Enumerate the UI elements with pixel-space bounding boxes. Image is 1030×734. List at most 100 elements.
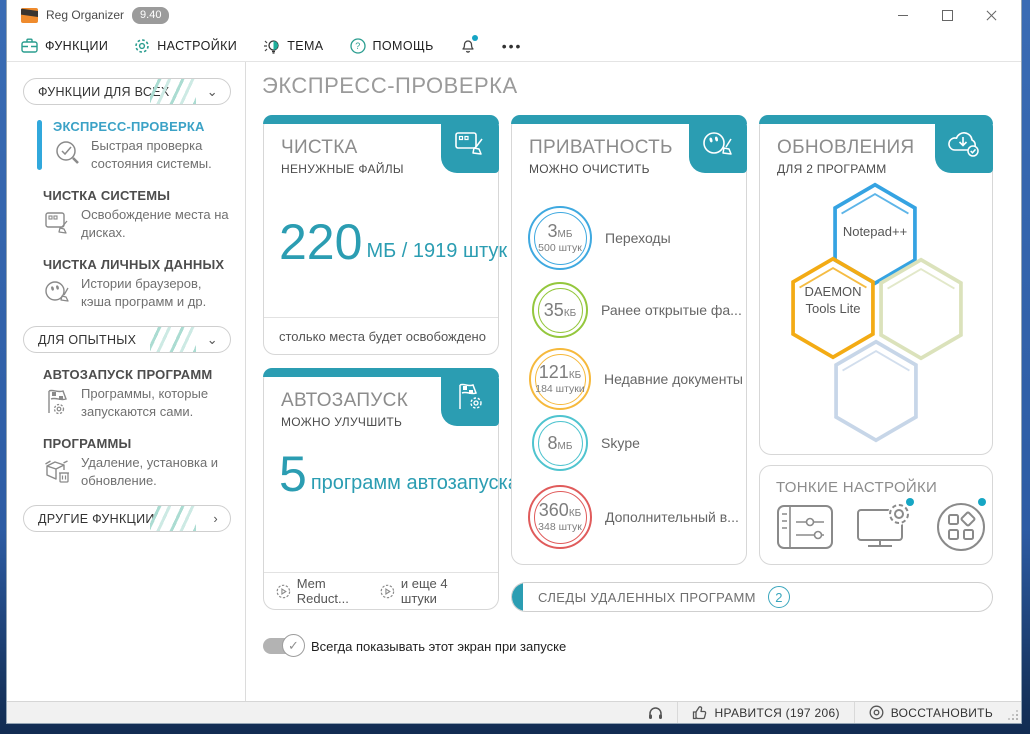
privacy-row[interactable]: 8МБ Skype [528, 415, 736, 471]
sidebar-item-system-cleanup[interactable]: ЧИСТКА СИСТЕМЫ Освобождение места на дис… [7, 188, 245, 241]
menu-functions-label: ФУНКЦИИ [45, 39, 108, 53]
gear-icon [134, 38, 150, 54]
main-area: ЭКСПРЕСС-ПРОВЕРКА ЧИСТКА НЕНУЖНЫЕ ФАЙЛЫ … [246, 62, 1021, 701]
sidebar-item-desc: Программы, которые запускаются сами. [81, 385, 235, 420]
sidebar-group-advanced[interactable]: ДЛЯ ОПЫТНЫХ ⌄ [23, 326, 231, 353]
maximize-button[interactable] [927, 3, 967, 27]
cleanup-card-footer: столько места будет освобождено [264, 317, 498, 354]
traces-accent-cap [512, 583, 523, 611]
cloud-download-icon [946, 129, 982, 159]
menu-functions[interactable]: ФУНКЦИИ [21, 38, 108, 53]
sidebar-item-programs[interactable]: ПРОГРАММЫ Удаление, установка и обновлен… [7, 436, 245, 489]
monitor-gear-icon[interactable] [856, 500, 918, 554]
autorun-footer-item: Mem Reduct... [276, 576, 380, 606]
startup-toggle-label: Всегда показывать этот экран при запуске [311, 639, 566, 654]
cleanup-card[interactable]: ЧИСТКА НЕНУЖНЫЕ ФАЙЛЫ 220 МБ / 1919 штук… [263, 115, 499, 355]
card-subtitle: МОЖНО ОЧИСТИТЬ [529, 162, 650, 176]
traces-count-badge: 2 [768, 586, 790, 608]
card-subtitle: МОЖНО УЛУЧШИТЬ [281, 415, 402, 429]
card-title: ЧИСТКА [281, 137, 358, 159]
minimize-button[interactable] [883, 3, 923, 27]
menu-theme-label: ТЕМА [287, 39, 323, 53]
autorun-card-tab [441, 368, 499, 426]
sidebar: ФУНКЦИИ ДЛЯ ВСЕХ ⌄ ЭКСПРЕСС-ПРОВЕРКА Быс… [7, 62, 246, 701]
sidebar-item-autorun-programs[interactable]: АВТОЗАПУСК ПРОГРАММ Программы, которые з… [7, 367, 245, 420]
support-button[interactable] [634, 702, 677, 723]
menu-more-button[interactable]: ••• [502, 38, 523, 54]
headphones-icon [648, 706, 663, 720]
window-broom-icon [43, 208, 73, 238]
card-subtitle: НЕНУЖНЫЕ ФАЙЛЫ [281, 162, 404, 176]
notification-dot [978, 498, 986, 506]
chevron-down-icon: ⌄ [207, 332, 218, 348]
face-broom-icon [701, 129, 735, 159]
sidebar-group-functions-for-all[interactable]: ФУНКЦИИ ДЛЯ ВСЕХ ⌄ [23, 78, 231, 105]
tweaks-card[interactable]: ТОНКИЕ НАСТРОЙКИ [759, 465, 993, 565]
card-title: ТОНКИЕ НАСТРОЙКИ [776, 479, 937, 496]
privacy-row[interactable]: 35КБ Ранее открытые фа... [528, 282, 736, 338]
menu-settings[interactable]: НАСТРОЙКИ [134, 38, 237, 54]
sidebar-item-title: ЭКСПРЕСС-ПРОВЕРКА [53, 119, 235, 134]
privacy-row[interactable]: 121КБ 184 штуки Недавние документы [528, 348, 736, 410]
autorun-footer-label: Mem Reduct... [297, 576, 380, 606]
sidebar-group-label: ДЛЯ ОПЫТНЫХ [38, 333, 136, 347]
autorun-entry-icon [380, 584, 395, 599]
startup-toggle[interactable]: ✓ [263, 638, 301, 654]
like-label: НРАВИТСЯ (197 206) [714, 706, 839, 720]
privacy-row-label: Переходы [605, 230, 671, 246]
like-button[interactable]: НРАВИТСЯ (197 206) [677, 702, 853, 723]
restore-button[interactable]: ВОССТАНОВИТЬ [854, 702, 1007, 723]
autorun-entry-icon [276, 584, 291, 599]
magnifier-check-icon [53, 139, 83, 169]
autorun-footer-item: и еще 4 штуки [380, 576, 486, 606]
notification-dot [906, 498, 914, 506]
hexagon-label: DAEMON Tools Lite [798, 284, 868, 318]
privacy-ring: 121КБ 184 штуки [529, 348, 591, 410]
sidebar-item-personal-data-cleanup[interactable]: ЧИСТКА ЛИЧНЫХ ДАННЫХ Истории браузеров, … [7, 257, 245, 310]
page-title: ЭКСПРЕСС-ПРОВЕРКА [262, 73, 518, 99]
privacy-ring: 3МБ 500 штук [528, 206, 592, 270]
menu-help[interactable]: ? ПОМОЩЬ [350, 38, 434, 54]
autorun-value: 5 [279, 451, 307, 499]
traces-bar[interactable]: СЛЕДЫ УДАЛЕННЫХ ПРОГРАММ 2 [511, 582, 993, 612]
sidebar-item-title: ЧИСТКА СИСТЕМЫ [43, 188, 235, 203]
menu-settings-label: НАСТРОЙКИ [157, 39, 237, 53]
chevron-down-icon: ⌄ [207, 84, 218, 100]
sliders-panel-icon[interactable] [776, 502, 834, 552]
traces-label: СЛЕДЫ УДАЛЕННЫХ ПРОГРАММ [538, 590, 756, 605]
privacy-ring: 35КБ [532, 282, 588, 338]
apps-circle-icon[interactable] [936, 502, 986, 552]
updates-card[interactable]: ОБНОВЛЕНИЯ ДЛЯ 2 ПРОГРАММ Notepad++ DAEM… [759, 115, 993, 455]
cleanup-value: 220 [279, 219, 362, 267]
privacy-card[interactable]: ПРИВАТНОСТЬ МОЖНО ОЧИСТИТЬ 3МБ 500 штук … [511, 115, 747, 565]
privacy-row-label: Ранее открытые фа... [601, 302, 742, 318]
autorun-card-footer: Mem Reduct... и еще 4 штуки [264, 572, 498, 609]
pill-stripes-decor [150, 326, 196, 353]
privacy-card-tab [689, 115, 747, 173]
autorun-card[interactable]: АВТОЗАПУСК МОЖНО УЛУЧШИТЬ 5 программ авт… [263, 368, 499, 610]
restore-icon [869, 705, 884, 720]
sidebar-item-express-check[interactable]: ЭКСПРЕСС-ПРОВЕРКА Быстрая проверка состо… [7, 119, 245, 172]
notifications-button[interactable] [460, 37, 476, 54]
pill-stripes-decor [150, 78, 196, 105]
menu-theme[interactable]: ТЕМА [263, 38, 323, 54]
privacy-row-label: Дополнительный в... [605, 509, 739, 525]
app-window: Reg Organizer 9.40 ФУНКЦИИ НАСТРОЙКИ [6, 0, 1022, 724]
theme-bulb-icon [263, 38, 280, 54]
app-title: Reg Organizer [46, 8, 124, 22]
privacy-row[interactable]: 3МБ 500 штук Переходы [528, 206, 736, 270]
autorun-value-suffix: программ автозапуска [311, 472, 519, 495]
sidebar-item-title: ЧИСТКА ЛИЧНЫХ ДАННЫХ [43, 257, 235, 272]
close-button[interactable] [971, 3, 1011, 27]
startup-toggle-row: ✓ Всегда показывать этот экран при запус… [263, 638, 566, 654]
resize-grip[interactable] [1007, 702, 1021, 723]
sidebar-group-other-functions[interactable]: ДРУГИЕ ФУНКЦИИ › [23, 505, 231, 532]
face-broom-icon [43, 277, 73, 307]
sidebar-item-desc: Удаление, установка и обновление. [81, 454, 235, 489]
cleanup-value-suffix: МБ / 1919 штук [366, 240, 507, 263]
privacy-ring: 360КБ 348 штук [528, 485, 592, 549]
menu-bar: ФУНКЦИИ НАСТРОЙКИ ТЕМА ? ПОМОЩЬ [7, 30, 1021, 62]
card-subtitle: ДЛЯ 2 ПРОГРАММ [777, 162, 887, 176]
card-title: АВТОЗАПУСК [281, 390, 408, 412]
privacy-row[interactable]: 360КБ 348 штук Дополнительный в... [528, 485, 736, 549]
